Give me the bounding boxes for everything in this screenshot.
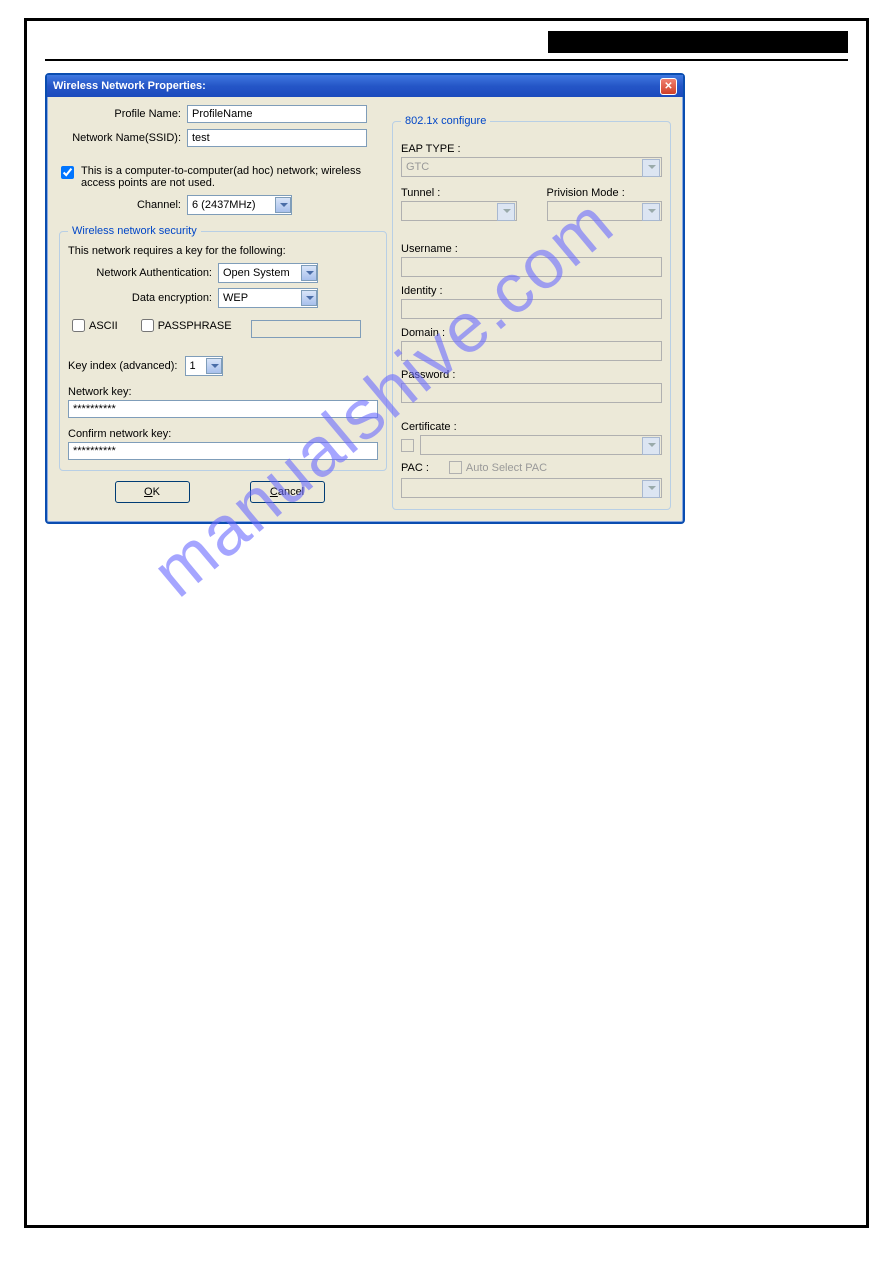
channel-label: Channel: — [57, 199, 187, 211]
channel-value: 6 (2437MHz) — [192, 199, 271, 211]
passphrase-input — [251, 320, 361, 338]
8021x-legend: 802.1x configure — [401, 115, 490, 127]
auth-value: Open System — [223, 267, 297, 279]
confirm-input[interactable] — [68, 442, 378, 460]
password-label: Password : — [401, 369, 662, 381]
eap-select: GTC — [401, 157, 662, 177]
ascii-checkbox-wrap[interactable]: ASCII — [68, 316, 118, 335]
titlebar[interactable]: Wireless Network Properties: ✕ — [47, 75, 683, 97]
header-black-bar — [548, 31, 848, 53]
enc-select[interactable]: WEP — [218, 288, 318, 308]
ok-button[interactable]: OK — [115, 481, 190, 503]
netkey-label: Network key: — [68, 386, 378, 398]
identity-label: Identity : — [401, 285, 662, 297]
passphrase-checkbox-wrap[interactable]: PASSPHRASE — [137, 316, 232, 335]
privmode-select — [547, 201, 663, 221]
8021x-fieldset: 802.1x configure EAP TYPE : GTC Tunnel :… — [392, 115, 671, 510]
adhoc-checkbox[interactable] — [61, 166, 74, 179]
security-desc: This network requires a key for the foll… — [68, 245, 378, 257]
ssid-label: Network Name(SSID): — [57, 132, 187, 144]
security-fieldset: Wireless network security This network r… — [59, 225, 387, 471]
domain-input — [401, 341, 662, 361]
privmode-label: Privision Mode : — [547, 187, 663, 199]
netkey-input[interactable] — [68, 400, 378, 418]
certificate-checkbox — [401, 439, 414, 452]
dialog-wireless-properties: Wireless Network Properties: ✕ Profile N… — [45, 73, 685, 524]
security-legend: Wireless network security — [68, 225, 201, 237]
window-title: Wireless Network Properties: — [53, 80, 206, 92]
ssid-input[interactable] — [187, 129, 367, 147]
ascii-label: ASCII — [89, 320, 118, 332]
enc-label: Data encryption: — [68, 292, 218, 304]
keyindex-select[interactable]: 1 — [185, 356, 223, 376]
close-icon[interactable]: ✕ — [660, 78, 677, 95]
auth-select[interactable]: Open System — [218, 263, 318, 283]
pac-label: PAC : — [401, 462, 429, 474]
tunnel-select — [401, 201, 517, 221]
eap-label: EAP TYPE : — [401, 143, 662, 155]
channel-select[interactable]: 6 (2437MHz) — [187, 195, 292, 215]
header-rule — [45, 59, 848, 61]
username-label: Username : — [401, 243, 662, 255]
keyindex-label: Key index (advanced): — [68, 360, 177, 372]
username-input — [401, 257, 662, 277]
ascii-checkbox[interactable] — [72, 319, 85, 332]
certificate-select — [420, 435, 662, 455]
profile-name-label: Profile Name: — [57, 108, 187, 120]
profile-name-input[interactable] — [187, 105, 367, 123]
auth-label: Network Authentication: — [68, 267, 218, 279]
passphrase-label: PASSPHRASE — [158, 320, 232, 332]
eap-value: GTC — [406, 161, 429, 173]
chevron-down-icon — [275, 197, 291, 213]
chevron-down-icon — [301, 290, 317, 306]
autopac-checkbox — [449, 461, 462, 474]
domain-label: Domain : — [401, 327, 662, 339]
pac-select — [401, 478, 662, 498]
passphrase-checkbox[interactable] — [141, 319, 154, 332]
identity-input — [401, 299, 662, 319]
password-input — [401, 383, 662, 403]
confirm-label: Confirm network key: — [68, 428, 378, 440]
adhoc-label: This is a computer-to-computer(ad hoc) n… — [81, 165, 382, 189]
cancel-button[interactable]: Cancel — [250, 481, 325, 503]
chevron-down-icon — [206, 358, 222, 374]
certificate-label: Certificate : — [401, 421, 662, 433]
autopac-label: Auto Select PAC — [466, 462, 547, 474]
chevron-down-icon — [301, 265, 317, 281]
keyindex-value: 1 — [190, 360, 202, 372]
tunnel-label: Tunnel : — [401, 187, 517, 199]
enc-value: WEP — [223, 292, 297, 304]
